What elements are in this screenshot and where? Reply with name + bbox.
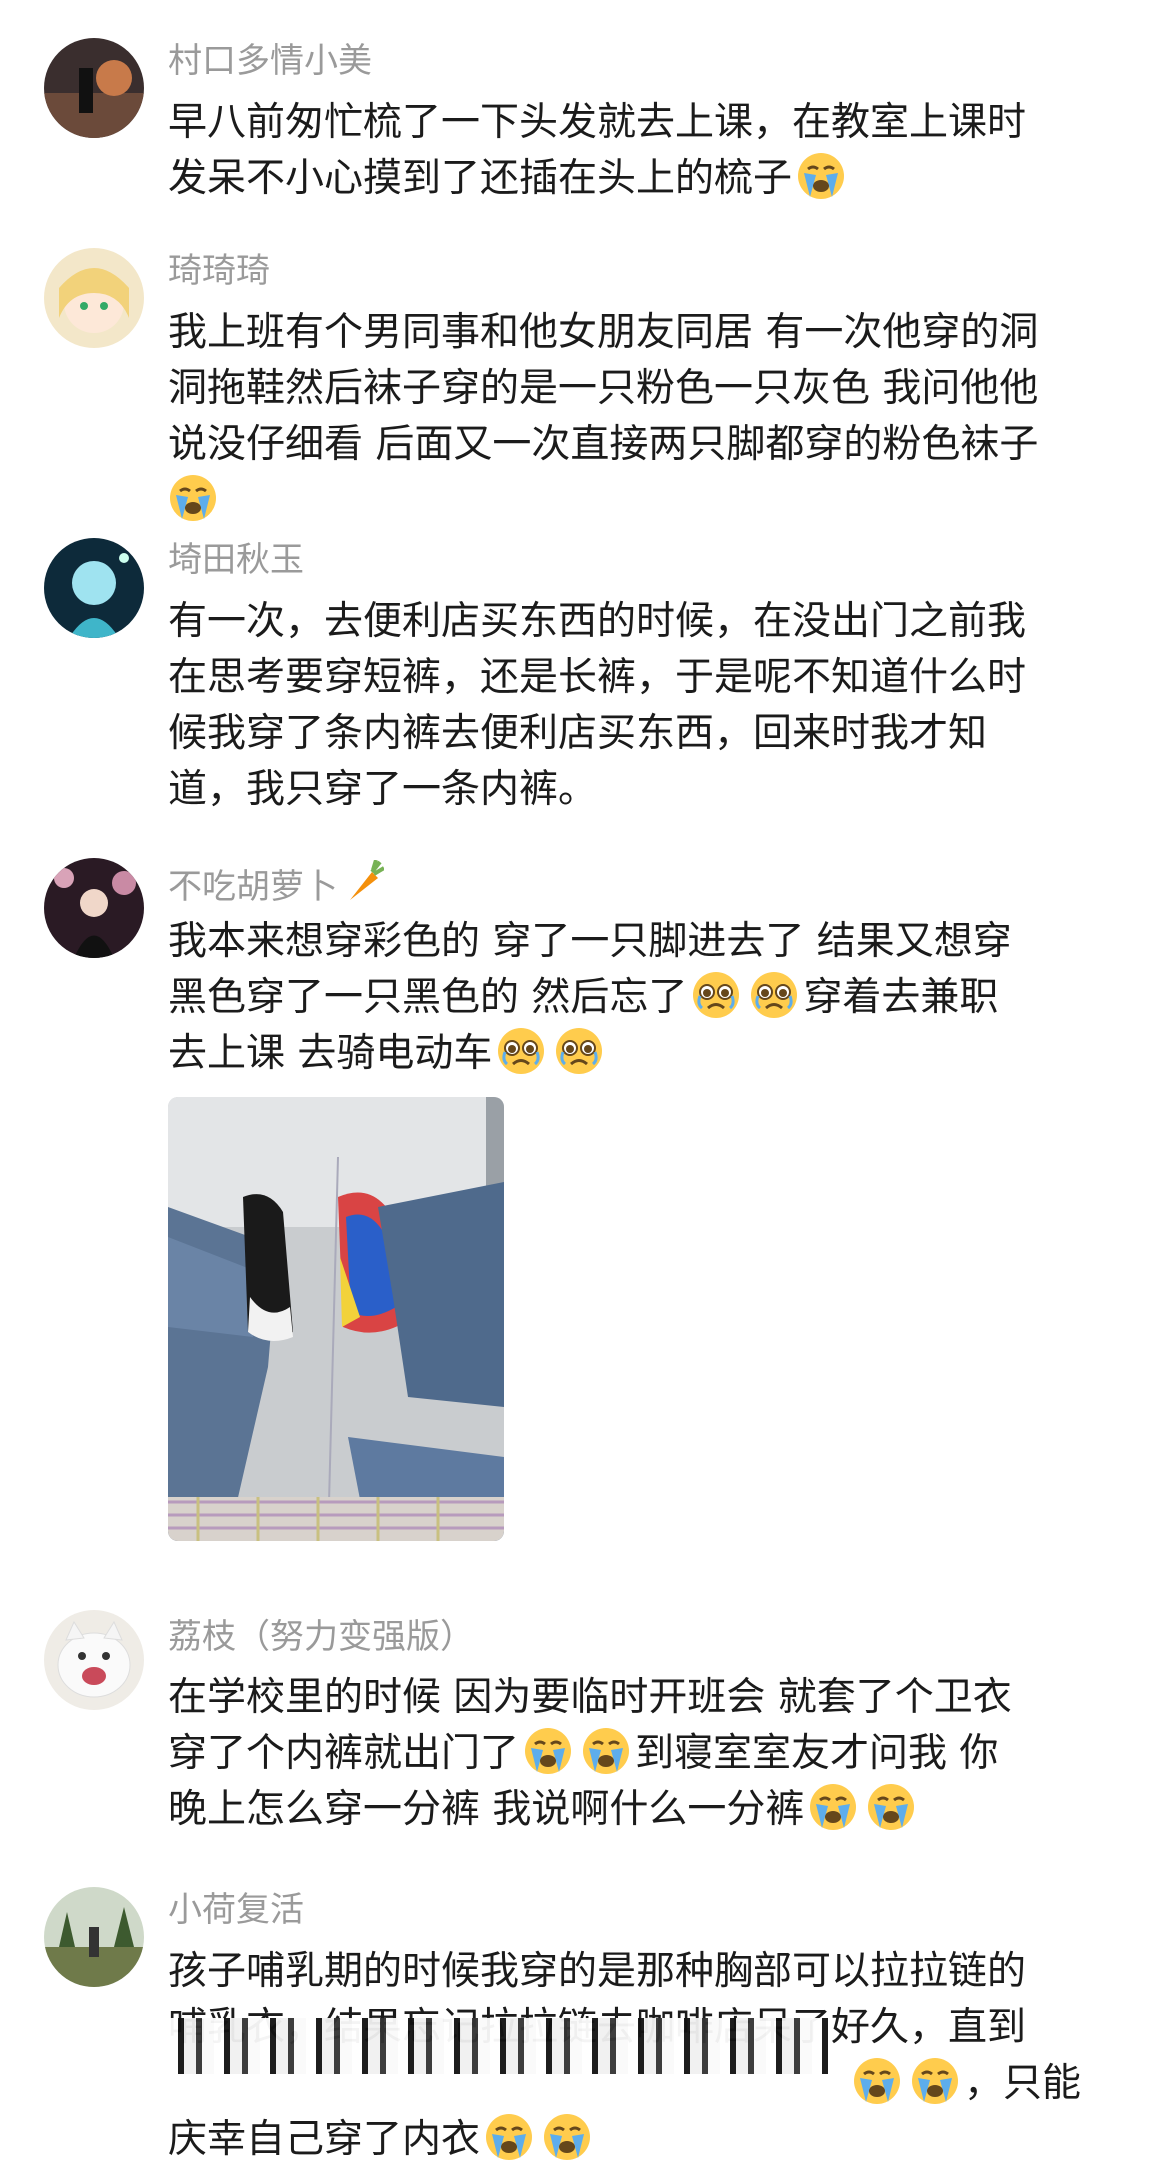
text-line: 有一次，去便利店买东西的时候，在没出门之前我	[168, 599, 1027, 644]
avatar[interactable]	[44, 538, 144, 638]
pleading-crying-face-icon	[554, 1026, 604, 1076]
comment-text: 我本来想穿彩色的 穿了一只脚进去了 结果又想穿 黑色穿了一只黑色的 然后忘了 穿着…	[168, 914, 1128, 1082]
comment-text: 在学校里的时候 因为要临时开班会 就套了个卫衣 穿了个内裤就出门了 到寝室室友才问…	[168, 1670, 1128, 1838]
text-line: 发呆不小心摸到了还插在头上的梳子	[168, 151, 1128, 207]
text-line: 在思考要穿短裤，还是长裤，于是呢不知道什么时	[168, 655, 1027, 700]
avatar[interactable]	[44, 1887, 144, 1987]
text-line: 去上课 去骑电动车	[168, 1026, 1128, 1082]
text-line: 候我穿了条内裤去便利店买东西，回来时我才知	[168, 711, 988, 756]
avatar[interactable]	[44, 248, 144, 348]
comment-text: 早八前匆忙梳了一下头发就去上课，在教室上课时 发呆不小心摸到了还插在头上的梳子	[168, 95, 1128, 207]
pleading-crying-face-icon	[691, 970, 741, 1020]
loudly-crying-face-icon	[484, 2112, 534, 2162]
loudly-crying-face-icon	[581, 1726, 631, 1776]
username[interactable]: 荔枝（努力变强版）	[168, 1617, 474, 1657]
text-line: 我本来想穿彩色的 穿了一只脚进去了 结果又想穿	[168, 919, 1012, 964]
username[interactable]: 琦琦琦	[168, 251, 270, 291]
text-line: 穿了个内裤就出门了 到寝室室友才问我 你	[168, 1726, 1128, 1782]
text-line: 庆幸自己穿了内衣	[168, 2112, 1128, 2168]
loudly-crying-face-icon	[866, 1782, 916, 1832]
pleading-crying-face-icon	[496, 1026, 546, 1076]
text-line: 早八前匆忙梳了一下头发就去上课，在教室上课时	[168, 100, 1027, 145]
text-line: 晚上怎么穿一分裤 我说啊什么一分裤	[168, 1782, 1128, 1838]
glitch-overlay	[168, 2018, 828, 2074]
text-line: 在学校里的时候 因为要临时开班会 就套了个卫衣	[168, 1675, 1012, 1720]
username[interactable]: 小荷复活	[168, 1890, 304, 1930]
loudly-crying-face-icon	[808, 1782, 858, 1832]
loudly-crying-face-icon	[168, 473, 218, 523]
carrot-icon	[342, 859, 386, 904]
username[interactable]: 不吃胡萝卜	[168, 859, 386, 907]
text-line: 洞拖鞋然后袜子穿的是一只粉色一只灰色 我问他他	[168, 366, 1039, 411]
pleading-crying-face-icon	[749, 970, 799, 1020]
loudly-crying-face-icon	[852, 2056, 902, 2106]
text-line: 黑色穿了一只黑色的 然后忘了 穿着去兼职	[168, 970, 1128, 1026]
avatar[interactable]	[44, 1610, 144, 1710]
loudly-crying-face-icon	[523, 1726, 573, 1776]
mismatched-shoes-photo[interactable]	[168, 1097, 504, 1541]
avatar[interactable]	[44, 858, 144, 958]
text-line: 说没仔细看 后面又一次直接两只脚都穿的粉色袜子	[168, 422, 1039, 467]
avatar[interactable]	[44, 38, 144, 138]
loudly-crying-face-icon	[542, 2112, 592, 2162]
text-line: 道，我只穿了一条内裤。	[168, 767, 598, 812]
comment-text: 我上班有个男同事和他女朋友同居 有一次他穿的洞 洞拖鞋然后袜子穿的是一只粉色一只…	[168, 305, 1128, 529]
text-line: 我上班有个男同事和他女朋友同居 有一次他穿的洞	[168, 310, 1039, 355]
text-line	[168, 473, 1128, 529]
loudly-crying-face-icon	[796, 151, 846, 201]
username[interactable]: 村口多情小美	[168, 41, 372, 81]
loudly-crying-face-icon	[910, 2056, 960, 2106]
text-line: 孩子哺乳期的时候我穿的是那种胸部可以拉拉链的	[168, 1949, 1027, 1994]
comment-text: 有一次，去便利店买东西的时候，在没出门之前我 在思考要穿短裤，还是长裤，于是呢不…	[168, 594, 1128, 818]
username[interactable]: 埼田秋玉	[168, 540, 304, 580]
